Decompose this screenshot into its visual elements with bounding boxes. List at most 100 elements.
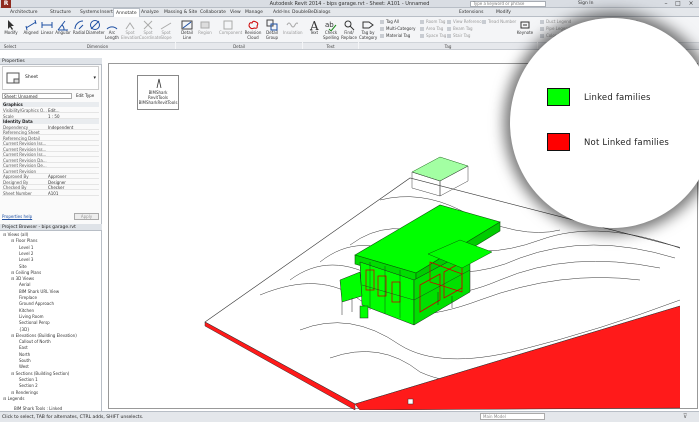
view-reference-button[interactable]: View Reference (447, 19, 484, 25)
region-button[interactable]: Region (196, 18, 214, 41)
arc-length-button[interactable]: Arc Length (103, 18, 121, 41)
property-row[interactable]: Referencing Sheet (2, 130, 99, 135)
insulation-button[interactable]: Insulation (283, 18, 303, 41)
diameter-dimension-button[interactable]: Diameter (86, 18, 105, 41)
search-input[interactable]: Type a keyword or phrase (470, 1, 546, 7)
tab-modify[interactable]: Modify (494, 8, 513, 17)
browser-item[interactable]: ⊟ 3D Views (11, 276, 34, 281)
property-row[interactable]: Referencing Detail (2, 136, 99, 141)
property-row[interactable]: Dependency Independent (2, 125, 99, 130)
property-row[interactable]: Current Revision De... (2, 163, 99, 168)
property-value[interactable]: Approver (48, 174, 66, 179)
browser-item[interactable]: Site (19, 264, 27, 269)
text-button[interactable]: A Text (305, 18, 323, 41)
browser-item[interactable]: Sectional Persp (19, 320, 50, 325)
browser-item[interactable]: Kitchen (19, 308, 34, 313)
tab-extensions[interactable]: Extensions (457, 8, 485, 17)
spot-slope-button[interactable]: Spot Slope (157, 18, 175, 41)
area-tag-button[interactable]: Area Tag (420, 26, 443, 32)
tag-by-category-button[interactable]: Tag by Category (359, 18, 377, 41)
property-value[interactable]: A101 (48, 191, 58, 196)
properties-help-link[interactable]: Properties help (2, 214, 32, 219)
panel-label-tag[interactable]: Tag (359, 42, 537, 49)
browser-item[interactable]: Fireplace (19, 295, 37, 300)
property-value[interactable]: Independent (48, 125, 73, 130)
panel-label-text[interactable]: Text (303, 42, 358, 49)
property-row[interactable]: Designed By Designer (2, 180, 99, 185)
browser-item[interactable]: Aerial (19, 282, 30, 287)
title-block-logo[interactable]: BIMShark RevitTools BIMSharkRevitTools (137, 75, 179, 110)
spot-coordinate-button[interactable]: Spot Coordinate (139, 18, 161, 41)
property-row[interactable]: Current Revision Iss... (2, 147, 99, 152)
browser-item[interactable]: South (19, 358, 31, 363)
browser-item[interactable]: Section 1 (19, 377, 38, 382)
room-tag-button[interactable]: Room Tag (420, 19, 445, 25)
edit-type-button[interactable]: Edit Type (76, 93, 100, 99)
apply-button[interactable]: Apply (74, 213, 99, 220)
property-row[interactable]: Sheet Number A101 (2, 191, 99, 196)
browser-item[interactable]: ⊟ Views (all) (3, 232, 28, 237)
minimize-icon[interactable]: – (660, 0, 672, 8)
check-spelling-button[interactable]: ab Check Spelling (322, 18, 340, 41)
close-icon[interactable]: × (685, 0, 697, 8)
tab-add-ins[interactable]: Add-Ins (271, 8, 292, 17)
tab-view[interactable]: View (228, 8, 243, 17)
property-value[interactable]: 1 : 50 (48, 114, 60, 119)
browser-item[interactable]: ⊟ Ceiling Plans (11, 270, 41, 275)
detail-line-button[interactable]: Detail Line (178, 18, 196, 41)
tab-analyze[interactable]: Analyze (139, 8, 161, 17)
browser-item[interactable]: Callout of North (19, 339, 51, 344)
tread-number-button[interactable]: Tread Number (482, 19, 516, 25)
instance-selector[interactable]: Sheet: Unnamed (2, 93, 72, 99)
detail-group-button[interactable]: Detail Group (263, 18, 281, 41)
browser-item[interactable]: Level 1 (19, 245, 33, 250)
browser-item[interactable]: ⊟ Legends (3, 396, 24, 401)
component-button[interactable]: Component (219, 18, 242, 41)
revision-cloud-button[interactable]: Revision Cloud (244, 18, 262, 41)
browser-item[interactable]: ⊟ Elevations (Building Elevation) (11, 333, 77, 338)
browser-item[interactable]: BIM Shark URL View (19, 289, 59, 294)
browser-item[interactable]: Living Room (19, 314, 44, 319)
modify-button[interactable]: Modify (2, 18, 20, 41)
browser-item[interactable]: Section 2 (19, 383, 38, 388)
property-row[interactable]: Current Revision (2, 169, 99, 174)
property-value[interactable]: Edit... (48, 108, 60, 113)
find-replace-button[interactable]: Find/ Replace (340, 18, 358, 41)
model-selector[interactable]: Main Model (480, 413, 545, 420)
duct-legend-button[interactable]: Duct Legend (540, 19, 571, 25)
browser-item[interactable]: Level 3 (19, 257, 33, 262)
browser-item[interactable]: ⊟ Renderings (11, 390, 38, 395)
type-selector[interactable]: Sheet ▾ (2, 66, 99, 90)
browser-item[interactable]: ⊟ Sections (Building Section) (11, 371, 69, 376)
browser-item[interactable]: Level 2 (19, 251, 33, 256)
tab-doublebedialogs[interactable]: DoubleBeDialogs (290, 8, 332, 17)
property-value[interactable]: Checker (48, 185, 64, 190)
property-row[interactable]: Current Revision Iss... (2, 141, 99, 146)
beam-tag-button[interactable]: Beam Tag (447, 26, 473, 32)
property-row[interactable]: Current Revision Da... (2, 158, 99, 163)
browser-item[interactable]: North (19, 352, 30, 357)
property-row[interactable]: Checked By Checker (2, 185, 99, 190)
tab-architecture[interactable]: Architecture (8, 8, 40, 17)
stair-tag-button[interactable]: Stair Tag (447, 33, 470, 39)
property-row[interactable]: Scale 1 : 50 (2, 114, 99, 119)
maximize-icon[interactable]: □ (672, 0, 684, 8)
property-row[interactable]: Visibility/Graphics O... Edit... (2, 108, 99, 113)
sign-in-link[interactable]: Sign In (578, 0, 593, 8)
property-row[interactable]: Current Revision Iss... (2, 152, 99, 157)
browser-item[interactable]: Ground Approach (19, 301, 54, 306)
browser-item[interactable]: West (19, 364, 29, 369)
multi-category-button[interactable]: Multi-Category (380, 26, 416, 32)
tab-collaborate[interactable]: Collaborate (198, 8, 228, 17)
group-identity-data[interactable]: Identity Data (2, 119, 99, 124)
panel-label-dimension[interactable]: Dimension (20, 42, 175, 49)
browser-item[interactable]: East (19, 345, 28, 350)
group-graphics[interactable]: Graphics (2, 102, 99, 107)
browser-item[interactable]: {3D} (19, 327, 30, 332)
filter-icon[interactable]: ⊽ (683, 413, 693, 420)
property-row[interactable]: Approved By Approver (2, 174, 99, 179)
tab-manage[interactable]: Manage (243, 8, 265, 17)
browser-item[interactable]: ⊟ Floor Plans (11, 238, 37, 243)
spot-elevation-button[interactable]: Spot Elevation (121, 18, 140, 41)
panel-label-select[interactable]: Select (0, 42, 20, 49)
